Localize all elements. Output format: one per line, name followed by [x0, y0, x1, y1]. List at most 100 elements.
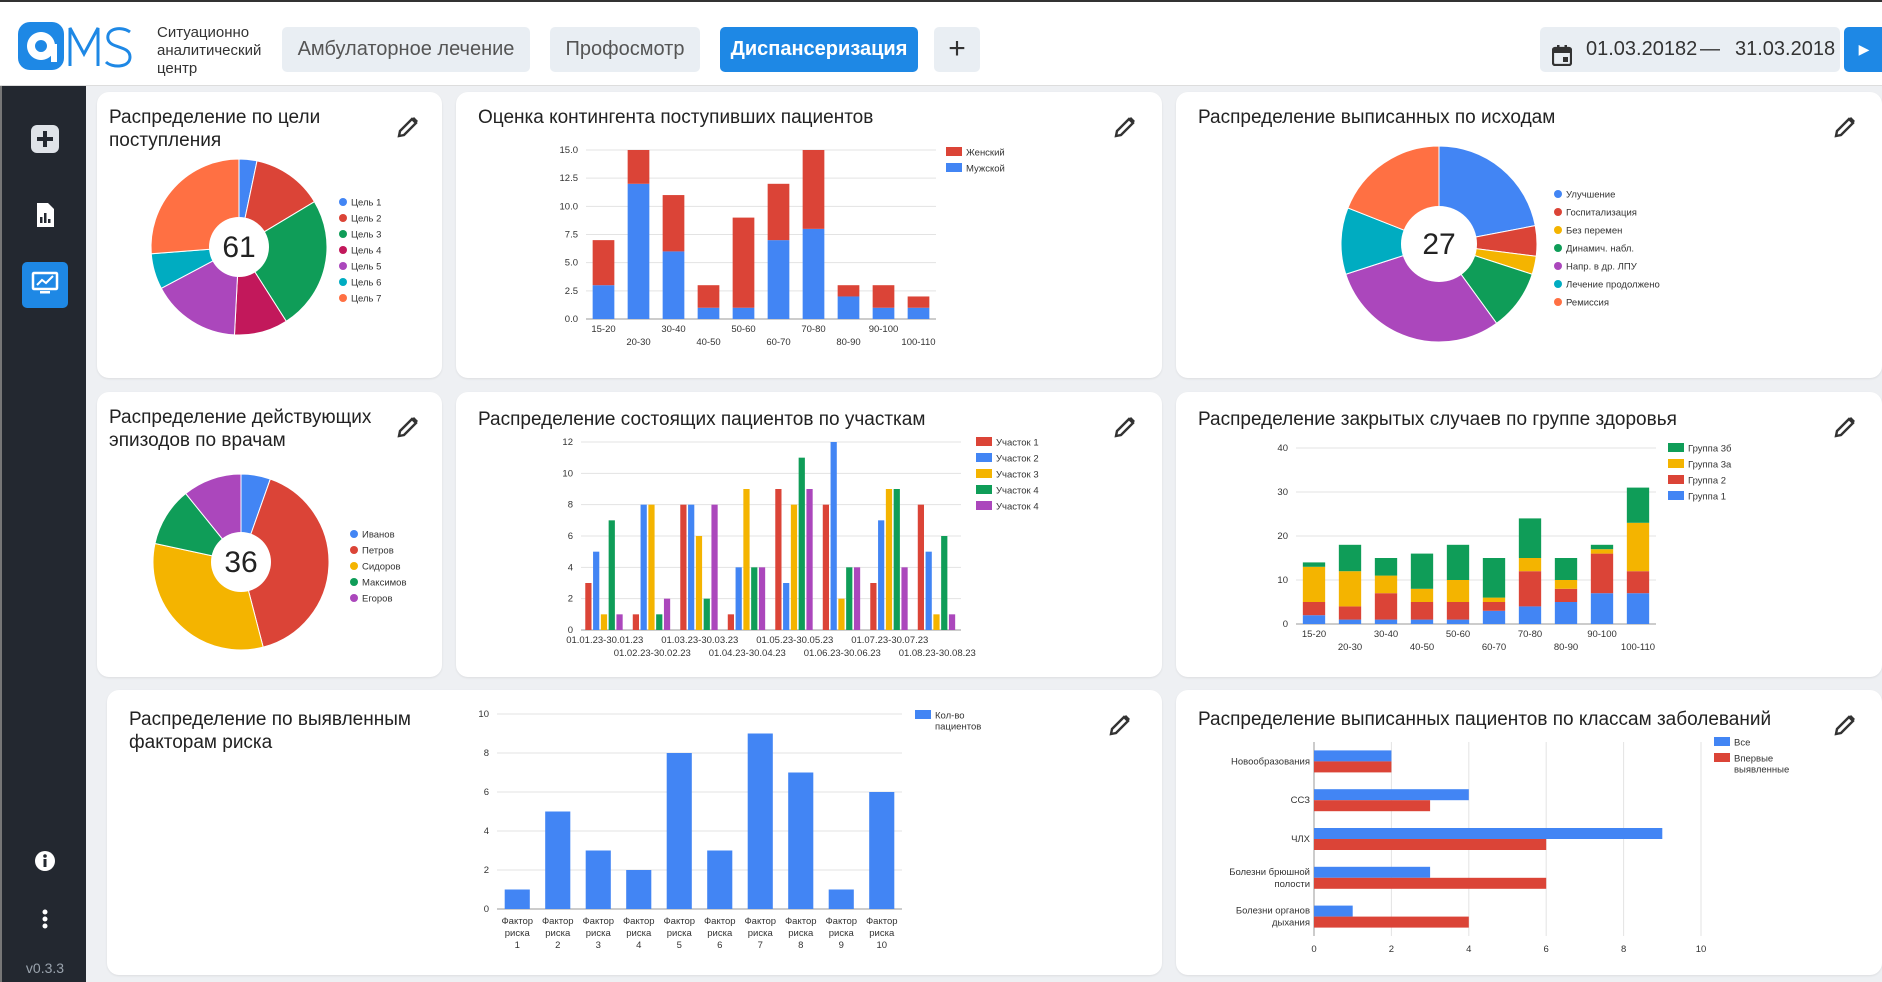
bar	[1482, 602, 1506, 611]
card-title: Распределение выписанных по исходам	[1198, 107, 1556, 128]
reports-button[interactable]	[22, 194, 68, 240]
legend-swatch	[339, 262, 347, 270]
top-bar: Ситуационно аналитический центр Амбулато…	[0, 0, 1882, 86]
x-tick-label: 9	[839, 940, 844, 951]
legend-label: Группа 2	[1688, 476, 1726, 487]
tab-ambulatory[interactable]: Амбулаторное лечение	[282, 27, 530, 72]
tab-dispensary[interactable]: Диспансеризация	[720, 27, 918, 72]
legend-label: Цель 6	[351, 278, 381, 289]
bar	[1314, 905, 1353, 917]
apply-date-button[interactable]: ▶	[1844, 27, 1882, 72]
legend-label: Впервые	[1734, 754, 1773, 765]
x-tick-label: 8	[798, 940, 803, 951]
legend-swatch	[339, 278, 347, 286]
legend-label: Участок 2	[996, 454, 1039, 465]
add-button[interactable]	[22, 118, 68, 164]
bar	[585, 850, 611, 909]
chevron-right-icon: ▶	[1858, 41, 1870, 57]
bar	[806, 489, 813, 630]
y-tick-label: 0.0	[565, 314, 578, 325]
bar	[1446, 619, 1470, 624]
legend-label: Группа 3б	[1688, 444, 1732, 455]
brand-name: Ситуационно аналитический центр	[157, 24, 262, 77]
add-tab-button[interactable]: +	[934, 27, 980, 72]
bar	[1314, 789, 1469, 801]
x-tick-label: риска	[667, 928, 693, 939]
bar	[1410, 619, 1434, 624]
more-button[interactable]	[22, 898, 68, 944]
legend-label: Группа 3а	[1688, 460, 1732, 471]
x-tick-label: 10	[876, 940, 887, 951]
legend-label: Егоров	[362, 594, 393, 605]
bar	[878, 520, 885, 630]
edit-icon[interactable]	[395, 414, 421, 445]
x-tick-label: 80-90	[1554, 642, 1578, 653]
bar	[1338, 544, 1362, 572]
bar	[925, 551, 932, 630]
legend-label: Иванов	[362, 530, 395, 541]
bar	[1518, 518, 1542, 558]
date-to[interactable]: 31.03.2018	[1735, 27, 1835, 72]
legend-swatch	[339, 230, 347, 238]
x-tick-label: 01.04.23-30.04.23	[709, 648, 786, 659]
bar	[1482, 597, 1506, 602]
bar	[1410, 602, 1434, 620]
card-admission-purpose: Распределение по цели поступления 61 Цель…	[97, 92, 442, 378]
x-tick-label: Фактор	[866, 916, 898, 927]
bar	[869, 792, 895, 909]
bar	[680, 504, 687, 630]
info-button[interactable]	[22, 840, 68, 886]
bar	[853, 567, 861, 630]
bar	[1302, 615, 1326, 624]
bar	[732, 307, 755, 319]
date-range-picker[interactable]: 01.03.20182 — 31.03.2018	[1540, 27, 1840, 72]
y-tick-label: Болезни брюшной	[1229, 867, 1310, 878]
x-tick-label: риска	[626, 928, 652, 939]
x-tick-label: 8	[1621, 944, 1626, 955]
card-discharge-outcomes: Распределение выписанных по исходам 27 Ул…	[1176, 92, 1882, 378]
bar	[1314, 839, 1547, 850]
card-doctor-episodes: Распределение действующих эпизодов по вр…	[97, 392, 442, 677]
card-admitted-patients: Оценка контингента поступивших пациентов…	[456, 92, 1162, 378]
card-title: Распределение действующих эпизодов по вр…	[109, 407, 372, 451]
bar	[1446, 580, 1470, 602]
y-tick-label: 2	[568, 594, 573, 605]
bar	[732, 217, 755, 308]
x-tick-label: Фактор	[744, 916, 776, 927]
legend-label: Группа 1	[1688, 492, 1726, 503]
bar	[837, 285, 860, 297]
bar	[600, 614, 608, 630]
x-tick-label: 60-70	[766, 337, 790, 348]
legend-swatch	[1668, 443, 1684, 452]
y-tick-label: 8	[484, 748, 489, 759]
bar	[838, 598, 845, 630]
y-tick-label: 40	[1277, 443, 1288, 454]
x-tick-label: 50-60	[731, 324, 755, 335]
x-tick-label: риска	[586, 928, 612, 939]
x-tick-label: риска	[869, 928, 895, 939]
bar	[907, 296, 930, 308]
legend-swatch	[350, 578, 358, 586]
dashboard-button[interactable]	[22, 262, 68, 308]
y-tick-label: дыхания	[1272, 918, 1310, 929]
x-tick-label: 7	[758, 940, 763, 951]
bar	[1410, 553, 1434, 589]
legend-label: Ремиссия	[1566, 298, 1609, 309]
edit-icon[interactable]	[395, 114, 421, 145]
tab-checkup[interactable]: Профосмотр	[550, 27, 700, 72]
bar	[872, 285, 895, 308]
bar	[1518, 558, 1542, 572]
bar	[1374, 619, 1398, 624]
y-tick-label: 0	[484, 904, 489, 915]
legend-label: Лечение продолжено	[1566, 280, 1660, 291]
bar	[593, 551, 600, 630]
bar	[640, 504, 647, 630]
x-tick-label: риска	[505, 928, 531, 939]
y-tick-label: 8	[568, 500, 573, 511]
x-tick-label: риска	[829, 928, 855, 939]
bar	[1554, 588, 1578, 602]
x-tick-label: 6	[1544, 944, 1549, 955]
date-separator: —	[1700, 38, 1720, 60]
y-tick-label: 12.5	[560, 173, 579, 184]
date-from[interactable]: 01.03.20182	[1586, 27, 1697, 72]
